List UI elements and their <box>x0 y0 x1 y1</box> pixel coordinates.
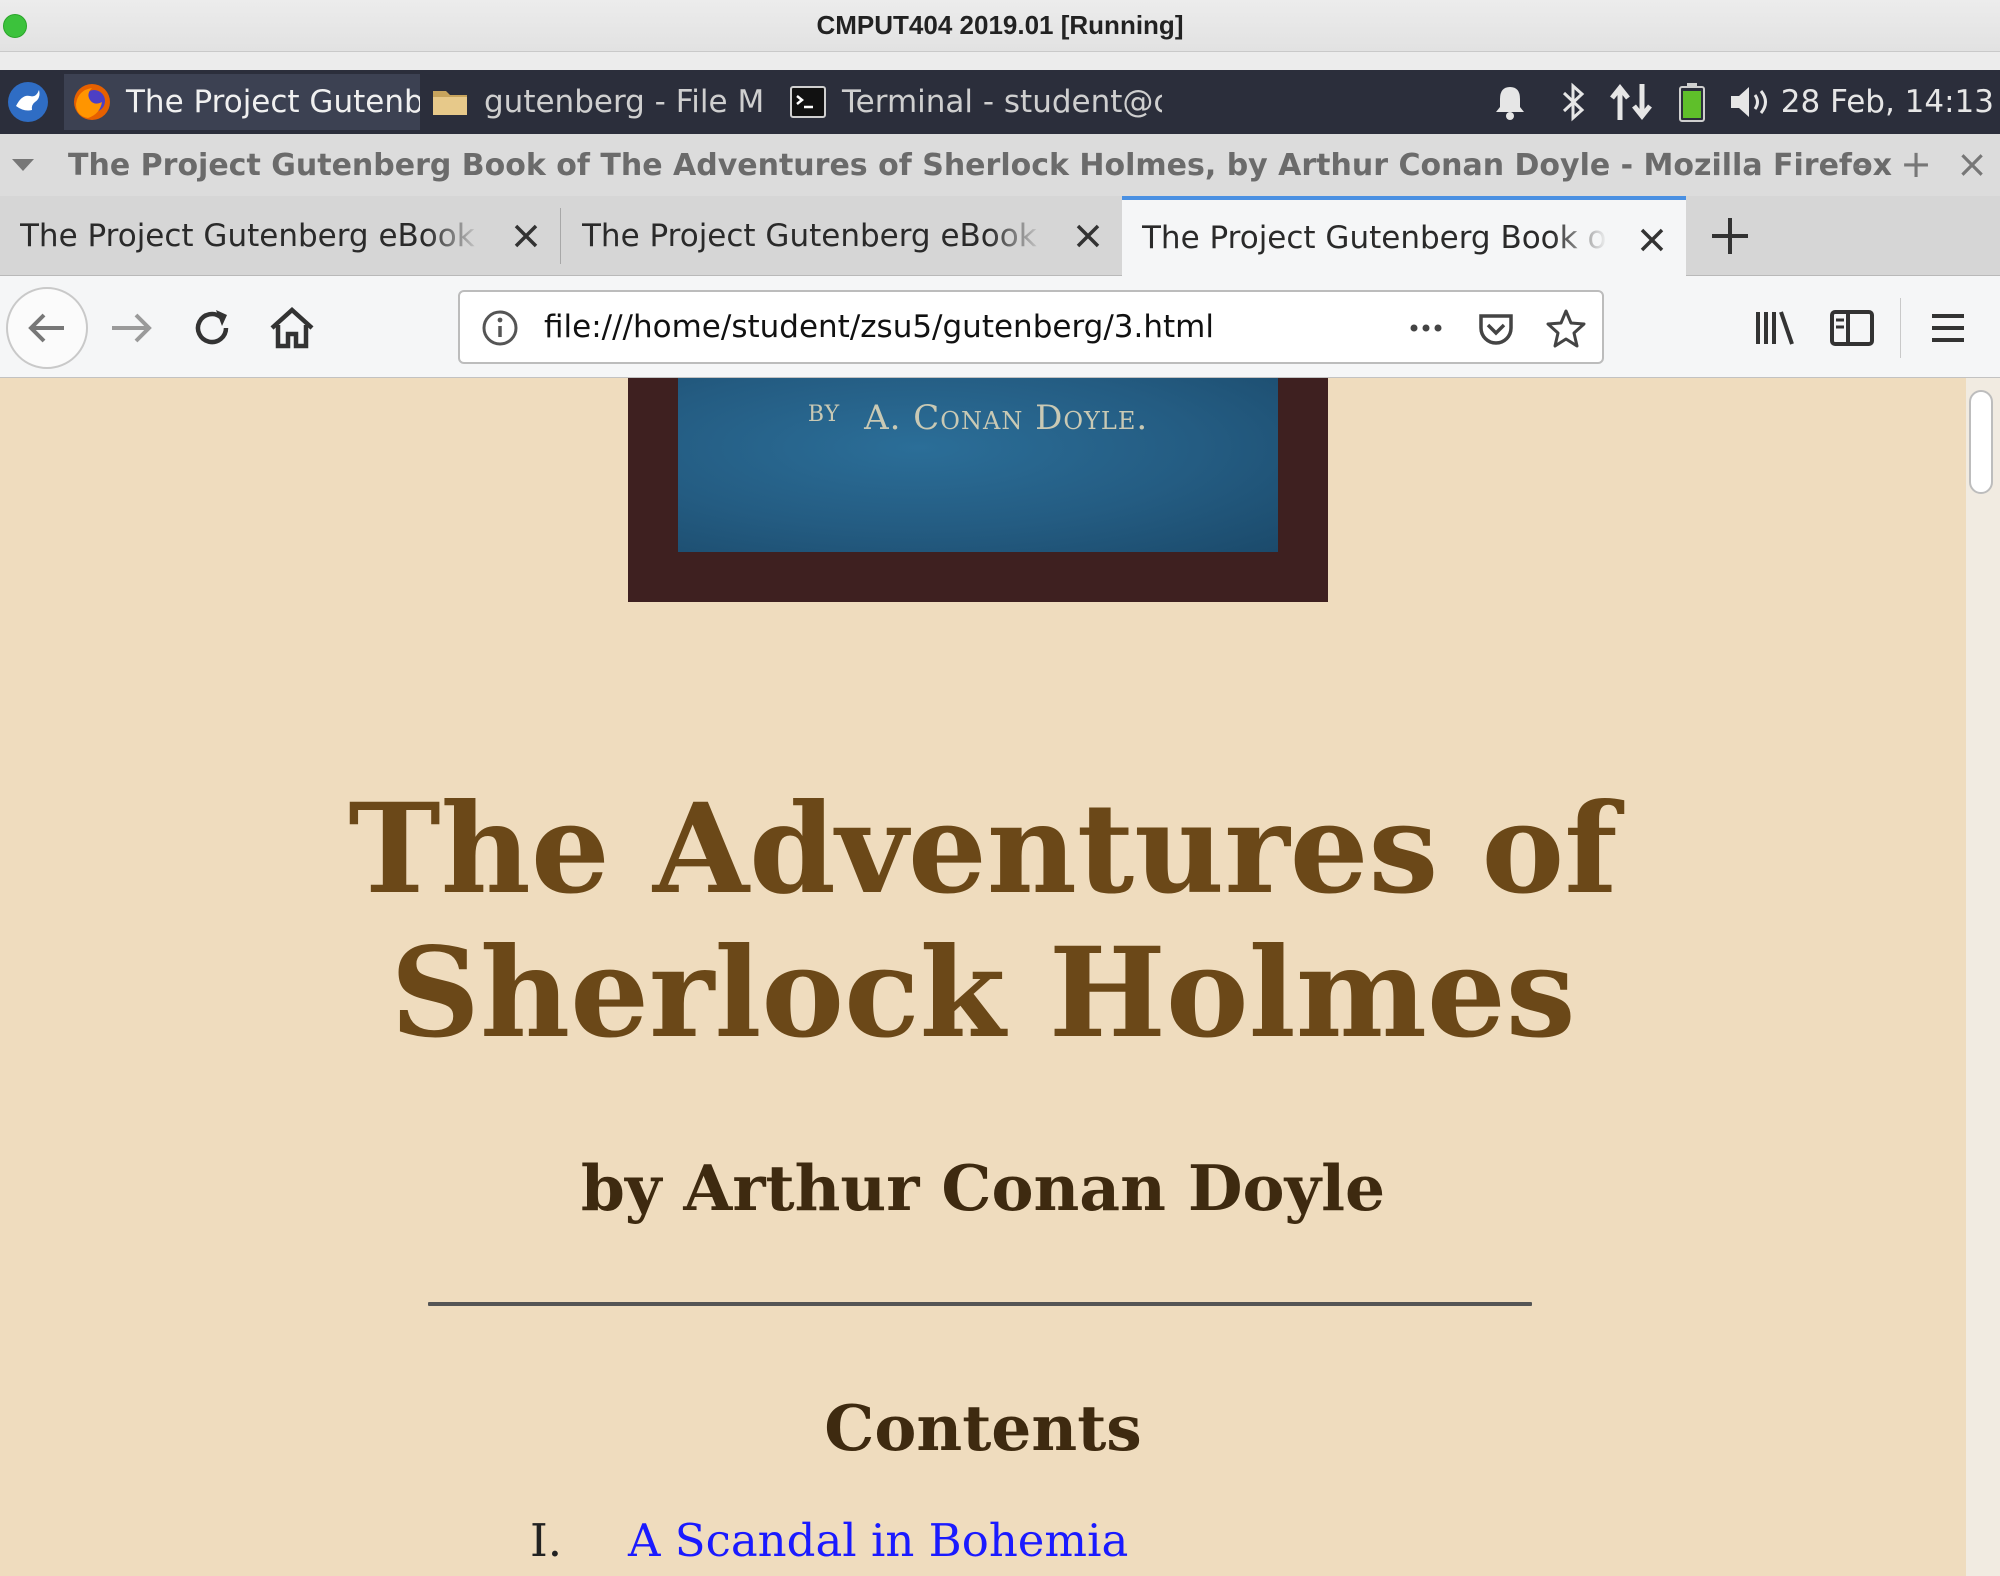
firefox-icon <box>74 84 110 120</box>
close-tab-icon[interactable] <box>1068 216 1108 256</box>
contents-heading: Contents <box>824 1391 1142 1465</box>
task-file-manager[interactable]: gutenberg - File Manager <box>424 74 764 130</box>
tab-second[interactable]: The Project Gutenberg eBook of The <box>562 196 1122 276</box>
taskbar-panel: The Project Gutenberg Bo... gutenberg - … <box>0 70 2000 134</box>
forward-arrow-icon[interactable] <box>102 298 162 358</box>
tab-label: The Project Gutenberg eBook of Pride <box>20 218 482 254</box>
volume-icon[interactable] <box>1728 82 1774 122</box>
hamburger-menu-icon[interactable] <box>1918 298 1978 358</box>
task-terminal[interactable]: Terminal - student@cmpu... <box>782 74 1162 130</box>
book-cover-image: BY A. Conan Doyle. <box>628 378 1328 602</box>
vm-titlebar: CMPUT404 2019.01 [Running] <box>0 0 2000 52</box>
cover-by: BY <box>807 402 841 427</box>
toc-link-scandal-in-bohemia[interactable]: A Scandal in Bohemia <box>628 1506 1128 1576</box>
folder-icon <box>433 91 467 115</box>
page-content: BY A. Conan Doyle. The Adventures of Sher… <box>0 378 1966 1576</box>
new-tab-plus-icon[interactable] <box>1704 210 1756 262</box>
sidebar-icon[interactable] <box>1822 298 1882 358</box>
back-arrow-icon <box>28 313 64 343</box>
title-line-1: The Adventures of <box>348 777 1618 922</box>
cover-panel: BY A. Conan Doyle. <box>678 378 1278 552</box>
page-actions-menu-icon[interactable] <box>1406 308 1446 348</box>
battery-icon[interactable] <box>1676 82 1708 122</box>
page-scrollbar[interactable] <box>1966 378 2000 1576</box>
tab-label: The Project Gutenberg Book of The <box>1142 220 1608 256</box>
network-icon[interactable] <box>1608 82 1656 122</box>
close-window-button[interactable]: × <box>1952 144 1992 184</box>
url-text: file:///home/student/zsu5/gutenberg/3.ht… <box>544 309 1214 345</box>
page-info-icon[interactable] <box>480 308 520 348</box>
book-title: The Adventures of Sherlock Holmes <box>0 778 1966 1066</box>
url-bar[interactable]: file:///home/student/zsu5/gutenberg/3.ht… <box>458 290 1604 364</box>
scrollbar-thumb[interactable] <box>1969 390 1993 494</box>
vm-title: CMPUT404 2019.01 [Running] <box>816 10 1184 40</box>
bookmark-star-icon[interactable] <box>1546 308 1586 348</box>
terminal-icon <box>790 86 826 118</box>
back-button[interactable] <box>6 287 88 369</box>
toc-number: I. <box>530 1514 563 1567</box>
close-tab-icon[interactable] <box>506 216 546 256</box>
tab-pride[interactable]: The Project Gutenberg eBook of Pride <box>0 196 560 276</box>
task-label: Terminal - student@cmpu... <box>842 84 1162 120</box>
tab-separator <box>560 208 561 264</box>
tab-sherlock-selected[interactable]: The Project Gutenberg Book of The <box>1122 196 1686 276</box>
xfce-menu-icon[interactable] <box>6 80 50 124</box>
notification-bell-icon[interactable] <box>1490 82 1530 122</box>
book-author: by Arthur Conan Doyle <box>580 1151 1386 1225</box>
home-icon[interactable] <box>262 298 322 358</box>
tab-bar: The Project Gutenberg eBook of Pride The… <box>0 196 2000 276</box>
minimize-button[interactable]: – <box>1842 144 1882 184</box>
cover-author: A. Conan Doyle. <box>864 398 1149 438</box>
toolbar-separator <box>1900 298 1901 358</box>
bluetooth-icon[interactable] <box>1556 82 1590 122</box>
maximize-button[interactable]: + <box>1896 144 1936 184</box>
window-title: The Project Gutenberg Book of The Advent… <box>68 148 1892 183</box>
clock[interactable]: 28 Feb, 14:13 <box>1781 70 1994 134</box>
task-label: gutenberg - File Manager <box>484 84 764 120</box>
library-icon[interactable] <box>1744 298 1804 358</box>
reload-icon[interactable] <box>182 298 242 358</box>
cover-author-line: BY A. Conan Doyle. <box>678 398 1278 438</box>
task-firefox[interactable]: The Project Gutenberg Bo... <box>64 74 420 130</box>
horizontal-rule <box>428 1302 1532 1306</box>
navigation-toolbar: file:///home/student/zsu5/gutenberg/3.ht… <box>0 276 2000 378</box>
title-line-2: Sherlock Holmes <box>390 921 1576 1066</box>
close-tab-icon[interactable] <box>1632 220 1672 260</box>
task-label: The Project Gutenberg Bo... <box>126 84 420 120</box>
tab-label: The Project Gutenberg eBook of The <box>582 218 1044 254</box>
pocket-icon[interactable] <box>1476 308 1516 348</box>
firefox-titlebar: The Project Gutenberg Book of The Advent… <box>0 134 2000 196</box>
